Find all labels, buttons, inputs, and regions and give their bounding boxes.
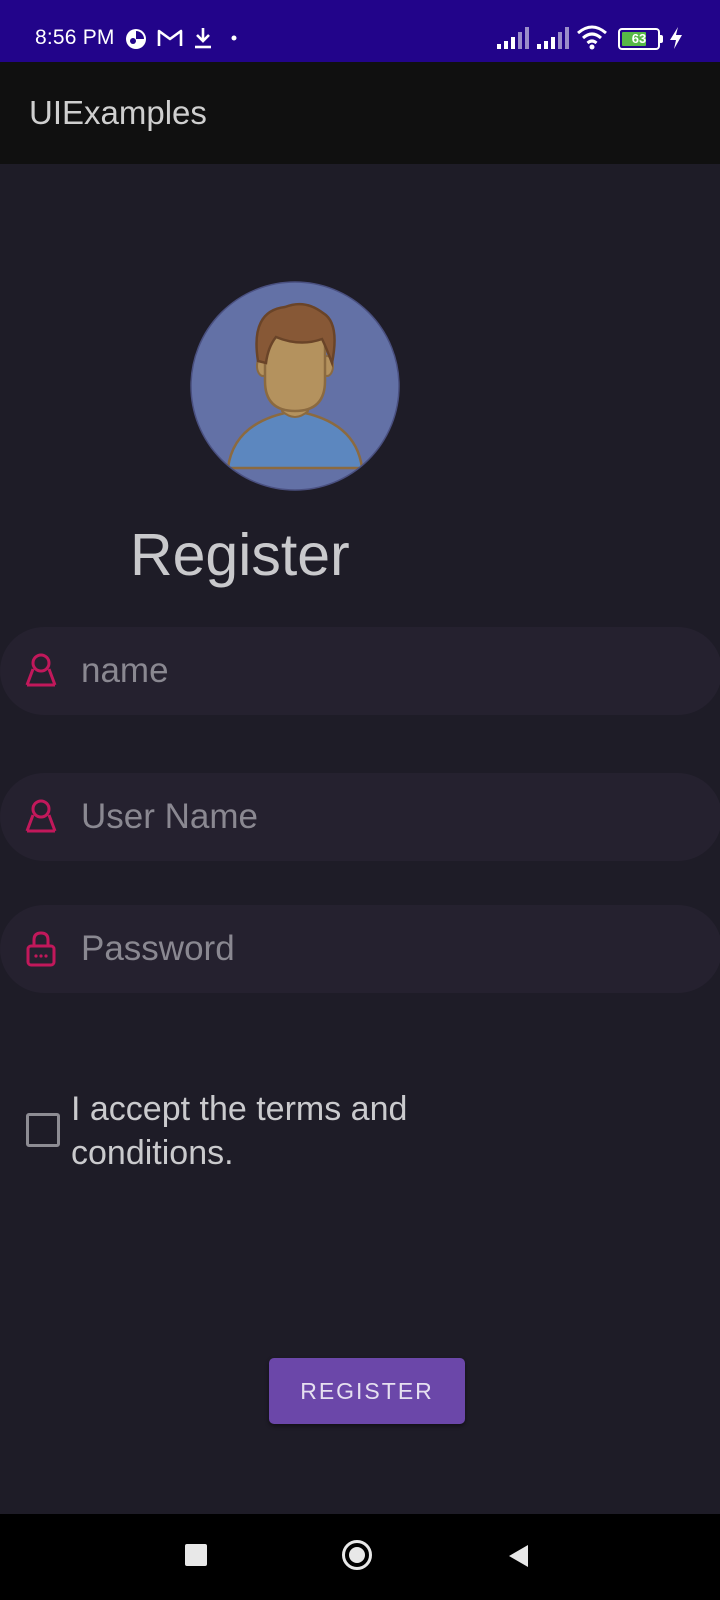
person-icon [25,653,57,687]
download-icon [195,28,211,49]
app-notification-icon [126,29,146,49]
charging-icon [670,27,682,49]
password-field [0,905,720,993]
battery-level: 63 [631,31,647,46]
password-input[interactable] [81,905,681,993]
lock-icon [26,931,56,967]
register-button[interactable]: REGISTER [269,1358,465,1424]
avatar [190,281,400,491]
name-input[interactable] [81,627,681,715]
wifi-icon [577,25,607,50]
signal-icon [537,27,569,49]
app-title: UIExamples [29,94,207,131]
terms-label[interactable]: I accept the terms and conditions. [71,1087,491,1175]
navigation-bar [0,1514,720,1600]
home-circle-icon[interactable] [342,1540,372,1570]
signal-icon [497,27,529,49]
person-icon [25,799,57,833]
page-title: Register [130,522,350,588]
back-triangle-icon[interactable] [506,1543,530,1569]
gmail-icon [157,29,183,46]
terms-checkbox[interactable] [26,1113,60,1147]
status-time: 8:56 PM [35,26,115,49]
dot-icon [231,35,237,41]
status-bar: 8:56 PM 63 [0,0,720,62]
name-field [0,627,720,715]
username-input[interactable] [81,773,681,861]
app-bar: UIExamples [0,62,720,164]
username-field [0,773,720,861]
recents-square-icon[interactable] [185,1544,207,1566]
battery-icon: 63 [618,28,663,50]
